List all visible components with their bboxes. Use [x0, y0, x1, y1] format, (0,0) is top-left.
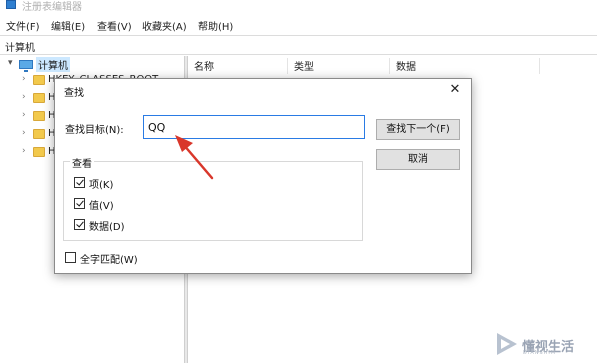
menu-view[interactable]: 查看(V) — [97, 18, 132, 33]
column-header-data[interactable]: 数据 — [390, 58, 540, 74]
chevron-right-icon[interactable]: › — [22, 128, 26, 138]
chevron-down-icon[interactable]: ▾ — [8, 58, 13, 68]
watermark-logo-icon — [497, 333, 517, 355]
folder-icon — [33, 93, 45, 103]
find-what-label: 查找目标(N): — [65, 125, 124, 136]
chevron-right-icon[interactable]: › — [22, 110, 26, 120]
folder-icon — [33, 147, 45, 157]
folder-icon — [33, 75, 45, 85]
dialog-title: 查找 — [64, 88, 84, 99]
find-next-button[interactable]: 查找下一个(F) — [376, 119, 460, 140]
folder-icon — [33, 111, 45, 121]
close-icon[interactable]: ✕ — [445, 81, 465, 99]
watermark-subtext: DIANSHIM — [523, 350, 557, 356]
look-at-group: 查看 项(K) 值(V) 数据(D) — [63, 155, 363, 241]
keys-label: 项(K) — [89, 180, 114, 191]
column-header-type[interactable]: 类型 — [288, 58, 390, 74]
keys-checkbox[interactable] — [74, 177, 85, 188]
address-bar[interactable]: 计算机 — [0, 35, 597, 55]
values-checkbox[interactable] — [74, 198, 85, 209]
menu-favorites[interactable]: 收藏夹(A) — [142, 18, 187, 33]
match-whole-string-label: 全字匹配(W) — [80, 255, 138, 266]
find-what-input[interactable] — [143, 115, 365, 139]
cancel-button[interactable]: 取消 — [376, 149, 460, 170]
values-label: 值(V) — [89, 201, 114, 212]
look-at-label: 查看 — [70, 155, 94, 170]
regedit-icon — [6, 0, 16, 9]
computer-icon — [19, 60, 33, 72]
title-bar: 注册表编辑器 — [0, 0, 597, 13]
find-dialog: 查找 ✕ 查找目标(N): 查找下一个(F) 取消 查看 项(K) 值(V) 数… — [54, 78, 472, 274]
tree-root-label: 计算机 — [36, 57, 70, 72]
menu-help[interactable]: 帮助(H) — [198, 18, 233, 33]
chevron-right-icon[interactable]: › — [22, 146, 26, 156]
data-checkbox[interactable] — [74, 219, 85, 230]
chevron-right-icon[interactable]: › — [22, 92, 26, 102]
chevron-right-icon[interactable]: › — [22, 74, 26, 84]
data-label: 数据(D) — [89, 222, 125, 233]
column-header-name[interactable]: 名称 — [188, 58, 288, 74]
watermark: 懂视生活 DIANSHIM — [496, 330, 596, 360]
menu-bar: 文件(F) 编辑(E) 查看(V) 收藏夹(A) 帮助(H) — [0, 15, 597, 34]
address-text: 计算机 — [5, 43, 35, 54]
window-title: 注册表编辑器 — [22, 2, 82, 13]
menu-file[interactable]: 文件(F) — [6, 18, 40, 33]
menu-edit[interactable]: 编辑(E) — [51, 18, 85, 33]
folder-icon — [33, 129, 45, 139]
match-whole-string-checkbox[interactable] — [65, 252, 76, 263]
